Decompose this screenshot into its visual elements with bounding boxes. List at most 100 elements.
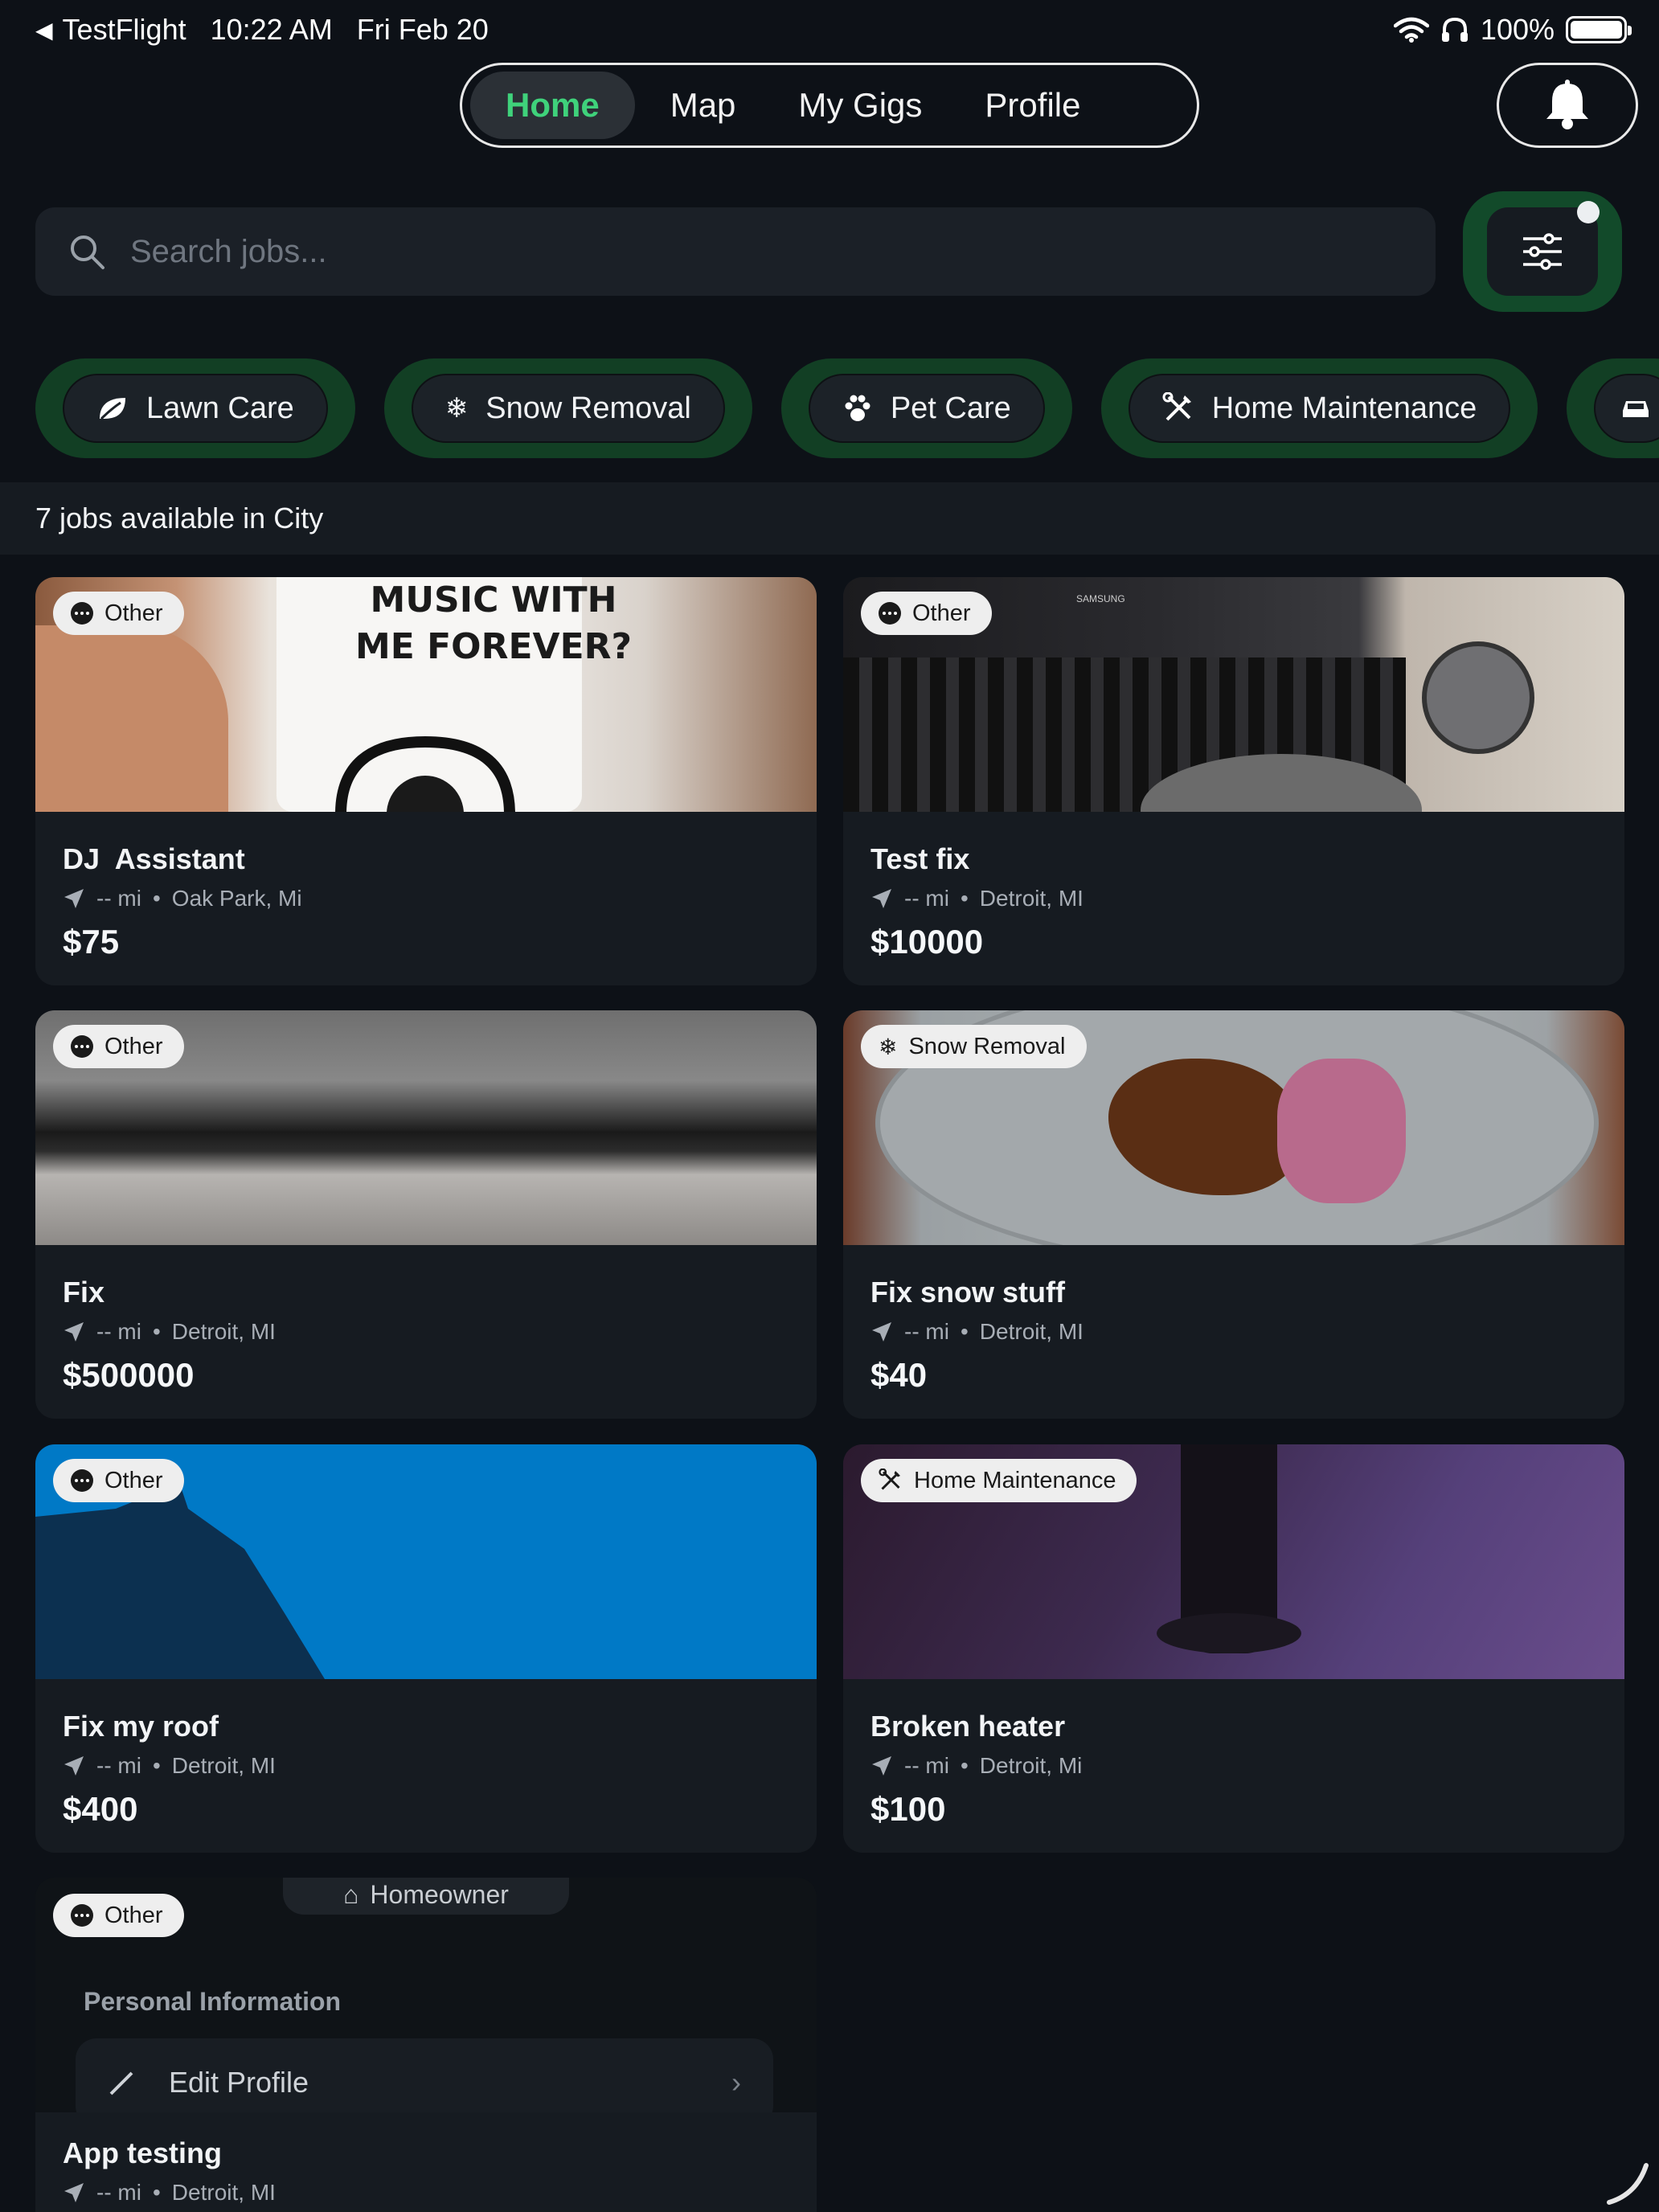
job-location: Detroit, Mi [979,1753,1083,1778]
location-arrow-icon [64,1756,84,1776]
snowflake-icon: ❄ [444,393,469,424]
badge-label: Home Maintenance [914,1467,1116,1493]
separator-dot: • [960,1319,969,1344]
notifications-button[interactable] [1497,63,1638,148]
job-price: $10000 [870,923,984,961]
more-dots-icon [879,602,901,625]
job-price: $500000 [63,1356,195,1394]
badge-label: Snow Removal [908,1033,1066,1059]
location-arrow-icon [64,1322,84,1342]
category-badge: Other [53,1459,184,1502]
separator-dot: • [152,1753,161,1778]
job-distance: -- mi [904,886,949,911]
separator-dot: • [152,886,161,911]
location-arrow-icon [64,2183,84,2202]
status-time: 10:22 AM [210,13,333,46]
job-title: Test fix [870,842,970,875]
filter-active-dot [1577,201,1600,223]
job-title: Fix snow stuff [870,1276,1065,1309]
badge-label: Other [912,600,971,626]
job-price: $40 [870,1356,928,1394]
separator-dot: • [152,1319,161,1344]
job-price: $100 [870,1790,946,1828]
car-icon [1623,401,1649,417]
separator-dot: • [960,886,969,911]
chip-label: Home Maintenance [1211,391,1477,425]
location-arrow-icon [872,889,891,908]
chip-snow-removal-wrap: ❄ Snow Removal [383,358,752,458]
job-image-text: MUSIC WITH ME FOREVER? [354,580,633,667]
badge-label: Other [104,1467,163,1493]
job-card[interactable]: ⌂ Homeowner Personal Information Edit Pr… [35,1878,817,2212]
job-location: Oak Park, Mi [171,886,302,911]
house-icon: ⌂ [343,1879,359,1909]
tab-home[interactable]: Home [470,72,635,139]
job-title: Fix my roof [63,1710,219,1743]
chip-snow-removal[interactable]: ❄ Snow Removal [411,374,725,443]
category-badge: Other [53,592,184,635]
chip-home-maintenance[interactable]: Home Maintenance [1128,374,1511,443]
scale [1422,641,1534,754]
job-meta: -- mi • Detroit, MI [63,2180,276,2206]
job-card[interactable]: Home Maintenance Broken heater -- mi • D… [843,1444,1624,1853]
category-badge: ❄ Snow Removal [861,1025,1087,1068]
job-meta: -- mi • Detroit, Mi [870,1753,1082,1779]
bell-icon [1546,80,1588,129]
chip-lawn-care-wrap: Lawn Care [35,358,355,458]
job-image: MUSIC WITH ME FOREVER? Other [35,577,817,812]
job-distance: -- mi [96,886,141,911]
more-dots-icon [71,1035,93,1058]
headphones-icon [1441,17,1468,42]
back-arrow-icon[interactable]: ◀ [35,17,53,43]
tab-profile[interactable]: Profile [957,72,1108,139]
tab-map[interactable]: Map [643,72,764,139]
search-input[interactable] [130,233,1336,270]
job-meta: -- mi • Detroit, MI [63,1753,276,1779]
job-card[interactable]: MUSIC WITH ME FOREVER? Other DJ Assistan… [35,577,817,985]
job-title: DJ Assistant [63,842,245,875]
search-icon [71,236,104,269]
job-image: SAMSUNG Other [843,577,1624,812]
chip-next[interactable] [1594,374,1659,443]
battery-icon [1566,16,1632,43]
job-price: $400 [63,1790,138,1828]
chip-lawn-care[interactable]: Lawn Care [63,374,328,443]
badge-label: Other [104,1033,163,1059]
wifi-icon [1393,17,1429,43]
headphones-record [335,735,515,812]
pencil-icon [109,2071,133,2095]
hand [35,625,228,812]
paw-icon [845,395,870,421]
job-card[interactable]: SAMSUNG Other Test fix -- mi • Detroit, … [843,577,1624,985]
job-card[interactable]: Other Fix -- mi • Detroit, MI $500000 [35,1010,817,1419]
chip-home-maintenance-wrap: Home Maintenance [1100,358,1538,458]
leaf-icon [100,398,125,420]
back-app-label[interactable]: TestFlight [63,13,186,47]
separator-dot: • [152,2180,161,2205]
slaw [1277,1059,1406,1203]
chip-pet-care[interactable]: Pet Care [808,374,1045,443]
sliders-icon [1523,233,1562,270]
badge-label: Other [104,1902,163,1928]
job-location: Detroit, MI [171,1753,276,1778]
job-card[interactable]: Other Fix my roof -- mi • Detroit, MI $4… [35,1444,817,1853]
job-card[interactable]: ❄ Snow Removal Fix snow stuff -- mi • De… [843,1010,1624,1419]
status-date: Fri Feb 20 [356,13,489,46]
tab-my-gigs[interactable]: My Gigs [771,72,949,139]
battery-percent: 100% [1480,13,1555,46]
job-image: Home Maintenance [843,1444,1624,1679]
search-bar [35,207,1436,296]
snowflake-icon: ❄ [879,1034,898,1059]
job-title: Broken heater [870,1710,1066,1743]
chip-next-wrap [1567,358,1659,458]
role-chip-label: Homeowner [370,1879,509,1909]
job-distance: -- mi [96,1753,141,1778]
category-chips: Lawn Care ❄ Snow Removal Pet Care Home M… [35,358,1659,460]
job-image: Other [35,1010,817,1245]
job-meta: -- mi • Detroit, MI [870,886,1083,911]
more-dots-icon [71,1469,93,1492]
job-distance: -- mi [904,1319,949,1344]
status-bar-right: 100% [1393,13,1632,47]
chip-pet-care-wrap: Pet Care [780,358,1072,458]
tools-icon [879,1469,900,1490]
